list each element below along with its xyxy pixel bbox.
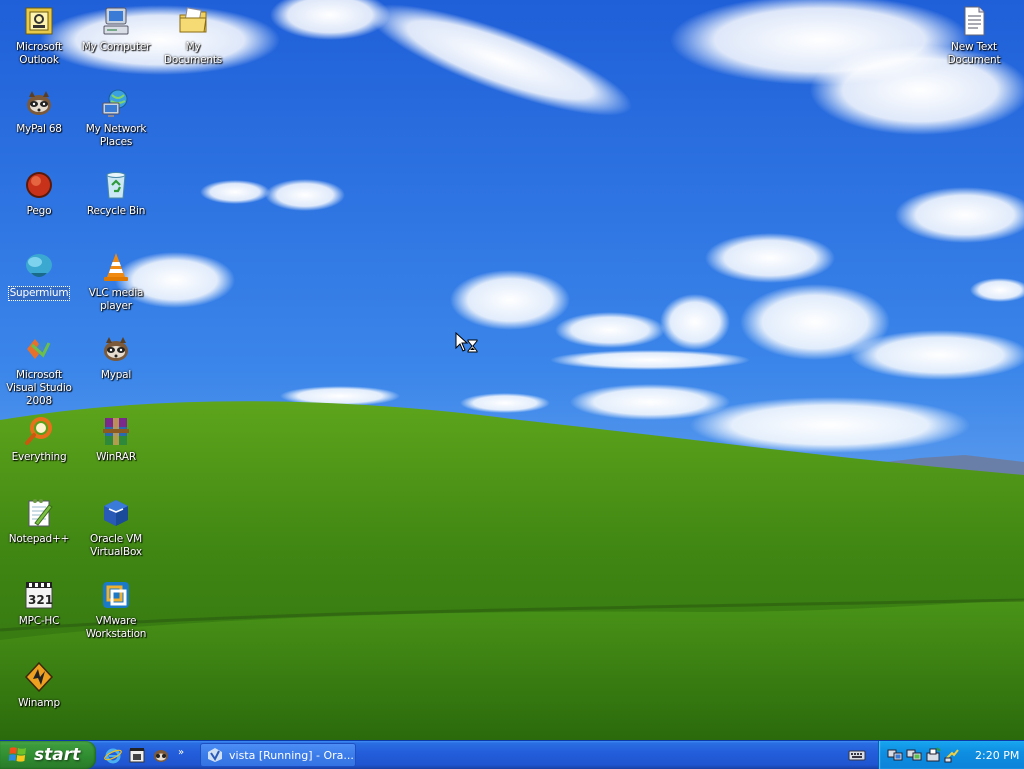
desktop-icon-label: Winamp	[18, 697, 60, 709]
notepad-plus-plus-icon	[28, 499, 53, 527]
desktop-icon-everything[interactable]: Everything	[0, 414, 78, 464]
desktop-icon-my-computer[interactable]: My Computer	[77, 4, 155, 54]
desktop-icon-label: Everything	[11, 451, 67, 463]
desktop-icon-oracle-vm-virtualbox[interactable]: Oracle VM VirtualBox	[77, 496, 155, 559]
virtualbox-icon	[208, 748, 222, 762]
virtualbox-icon	[104, 500, 128, 526]
desktop-icon-label: WinRAR	[96, 451, 136, 463]
quick-launch-internet-explorer[interactable]	[104, 746, 122, 764]
desktop-icon-winamp[interactable]: Winamp	[0, 660, 78, 710]
desktop-icon-label: Supermium	[7, 286, 71, 301]
desktop-icon-microsoft-visual-studio-2008[interactable]: Microsoft Visual Studio 2008	[0, 332, 78, 408]
desktop-icon-my-network-places[interactable]: My Network Places	[77, 86, 155, 149]
network-icon	[906, 749, 922, 761]
windows-logo-icon	[8, 747, 26, 762]
tray-safely-remove-hardware[interactable]	[925, 747, 941, 763]
tray-network-2[interactable]	[906, 747, 922, 763]
desktop-icon-microsoft-outlook[interactable]: Microsoft Outlook	[0, 4, 78, 67]
tray-power[interactable]	[944, 747, 960, 763]
quick-launch-media[interactable]	[128, 746, 146, 764]
network-places-icon	[102, 89, 128, 117]
text-document-icon	[964, 6, 985, 36]
desktop-icon-label: My Network Places	[85, 123, 147, 148]
desktop-icon-label: MyPal 68	[16, 123, 62, 135]
desktop-icon-label: Notepad++	[8, 533, 70, 545]
svg-text:321: 321	[28, 593, 53, 607]
safely-remove-hardware-icon	[926, 747, 941, 762]
desktop-icon-label: VLC media player	[88, 287, 144, 312]
desktop-icon-vlc-media-player[interactable]: VLC media player	[77, 250, 155, 313]
taskbar-button-virtualbox[interactable]: vista [Running] - Ora...	[200, 743, 356, 767]
tray-network-1[interactable]	[887, 747, 903, 763]
keyboard-icon[interactable]	[848, 746, 866, 764]
mpc-hc-icon: 321	[25, 582, 53, 609]
power-icon	[944, 749, 959, 763]
desktop-icon-label: My Documents	[163, 41, 223, 66]
desktop-icon-mypal-68[interactable]: MyPal 68	[0, 86, 78, 136]
winrar-icon	[103, 418, 129, 445]
desktop-icon-label: My Computer	[81, 41, 151, 53]
desktop-icon-label: Pego	[26, 205, 52, 217]
desktop-icon-label: Microsoft Outlook	[16, 41, 62, 66]
desktop-icon-label: Microsoft Visual Studio 2008	[6, 369, 72, 407]
everything-search-icon	[25, 417, 52, 445]
desktop-icon-new-text-document[interactable]: New Text Document	[935, 4, 1013, 67]
busy-cursor-icon	[455, 332, 478, 353]
taskbar-button-label: vista [Running] - Ora...	[229, 748, 354, 762]
quick-launch-mypal[interactable]	[152, 746, 170, 764]
media-icon	[129, 748, 145, 763]
mypal-icon	[154, 750, 168, 762]
taskbar: start » vista [Running] - Ora... 2:20 PM	[0, 740, 1024, 769]
pego-icon	[26, 172, 52, 198]
desktop-icon-supermium[interactable]: Supermium	[0, 250, 78, 301]
winamp-icon	[24, 661, 54, 693]
quick-launch-chevron-icon[interactable]: »	[178, 747, 184, 758]
desktop-icon-recycle-bin[interactable]: Recycle Bin	[77, 168, 155, 218]
outlook-icon	[25, 7, 53, 35]
clock[interactable]: 2:20 PM	[975, 749, 1019, 762]
internet-explorer-icon	[104, 748, 122, 764]
recycle-bin-icon	[106, 172, 126, 199]
desktop-icon-my-documents[interactable]: My Documents	[154, 4, 232, 67]
network-icon	[887, 749, 903, 761]
desktop-icon-label: VMware Workstation	[85, 615, 147, 640]
desktop-icon-label: Oracle VM VirtualBox	[90, 533, 142, 558]
mypal-icon	[104, 337, 128, 361]
supermium-icon	[26, 254, 52, 277]
desktop-icon-mypal[interactable]: Mypal	[77, 332, 155, 382]
desktop-icon-pego[interactable]: Pego	[0, 168, 78, 218]
vlc-icon	[104, 253, 128, 281]
my-documents-icon	[179, 7, 207, 33]
desktop-icon-winrar[interactable]: WinRAR	[77, 414, 155, 464]
desktop-icon-mpc-hc[interactable]: 321 MPC-HC	[0, 578, 78, 628]
mypal-icon	[27, 91, 51, 115]
vmware-icon	[103, 582, 129, 608]
quick-launch-toolbar: »	[104, 744, 184, 766]
desktop-icon-vmware-workstation[interactable]: VMware Workstation	[77, 578, 155, 641]
desktop-icon-label: MPC-HC	[18, 615, 60, 627]
desktop-icon-notepad-plus-plus[interactable]: Notepad++	[0, 496, 78, 546]
desktop-icon-label: Mypal	[100, 369, 132, 381]
desktop-icon-label: Recycle Bin	[86, 205, 146, 217]
desktop-icon-label: New Text Document	[947, 41, 1001, 66]
start-button[interactable]: start	[0, 741, 96, 769]
my-computer-icon	[103, 7, 129, 35]
visual-studio-icon	[27, 339, 51, 359]
start-label: start	[34, 745, 81, 765]
system-tray: 2:20 PM	[878, 741, 1024, 769]
